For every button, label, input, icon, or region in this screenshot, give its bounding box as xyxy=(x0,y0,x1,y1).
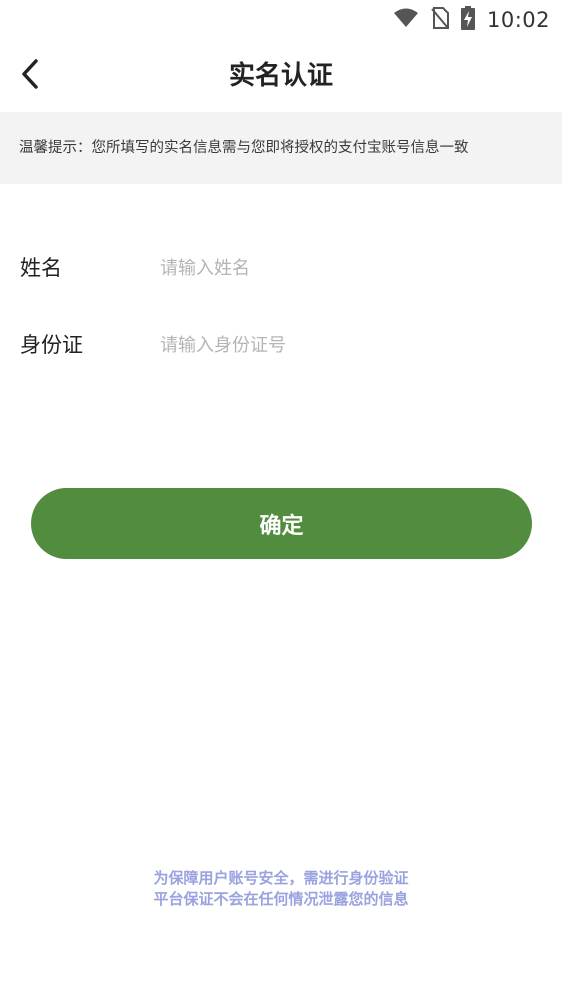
id-card-label: 身份证 xyxy=(20,333,83,357)
chevron-left-icon xyxy=(19,58,41,94)
tip-text: 温馨提示：您所填写的实名信息需与您即将授权的支付宝账号信息一致 xyxy=(19,140,469,156)
security-notice: 为保障用户账号安全，需进行身份验证 平台保证不会在任何情况泄露您的信息 xyxy=(0,868,562,910)
no-sim-icon xyxy=(431,7,449,33)
id-card-row: 身份证 xyxy=(0,317,562,373)
status-bar: 10:02 xyxy=(0,0,562,40)
wifi-icon xyxy=(393,8,419,32)
confirm-button[interactable]: 确定 xyxy=(31,488,532,559)
page-title: 实名认证 xyxy=(228,61,333,91)
battery-charging-icon xyxy=(460,6,475,34)
security-notice-line-1: 为保障用户账号安全，需进行身份验证 xyxy=(153,869,409,887)
header: 实名认证 xyxy=(0,40,562,112)
back-button[interactable] xyxy=(10,54,50,98)
tip-banner: 温馨提示：您所填写的实名信息需与您即将授权的支付宝账号信息一致 xyxy=(0,112,562,184)
name-row: 姓名 xyxy=(0,240,562,296)
security-notice-line-2: 平台保证不会在任何情况泄露您的信息 xyxy=(153,890,409,908)
name-label: 姓名 xyxy=(20,256,62,280)
name-input[interactable] xyxy=(160,248,530,288)
status-time: 10:02 xyxy=(486,8,550,32)
status-icons: 10:02 xyxy=(393,6,550,34)
id-card-input[interactable] xyxy=(160,325,530,365)
real-name-auth-page: 10:02 实名认证 温馨提示：您所填写的实名信息需与您即将授权的支付宝账号信息… xyxy=(0,0,562,1000)
